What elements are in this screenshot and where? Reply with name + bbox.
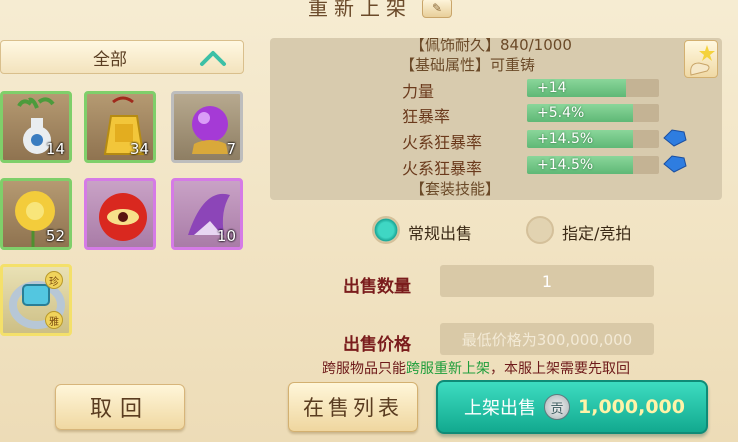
listing-price: 1,000,000 — [578, 396, 685, 418]
stat-value: +14.5% — [537, 131, 594, 147]
price-label: 出售价格 — [343, 335, 411, 355]
base-attributes-title: 【基础属性】可重铸 — [400, 56, 536, 74]
cross-server-notice: 跨服物品只能跨服重新上架，本服上架需要先取回 — [322, 358, 630, 378]
sale-type-selector: 常规出售 指定/竞拍 — [300, 212, 720, 250]
radio-normal-sale[interactable] — [372, 216, 400, 244]
slot-count: 14 — [45, 140, 65, 158]
category-label: 全部 — [93, 49, 127, 70]
chevron-up-icon — [200, 51, 226, 66]
inventory-slot-vase[interactable]: 14 — [0, 91, 72, 163]
help-icon[interactable]: ✎ — [422, 0, 452, 18]
set-skill-title: 【套装技能】 — [410, 180, 501, 198]
cancel-button[interactable]: 取回 — [55, 384, 185, 430]
slot-count: 34 — [129, 140, 149, 158]
red-eye-orb-icon — [99, 193, 147, 241]
rarity-badge-bottom: 雅 — [45, 311, 63, 329]
stat-label: 力量 — [402, 82, 435, 101]
slot-count: 7 — [226, 140, 236, 158]
designated-auction-label[interactable]: 指定/竞拍 — [562, 220, 631, 244]
stat-label: 火系狂暴率 — [402, 133, 483, 152]
slot-count: 52 — [45, 227, 65, 245]
list-for-sale-label: 上架出售 — [464, 398, 536, 419]
notice-text-before: 跨服物品只能 — [322, 361, 406, 377]
stat-label: 狂暴率 — [402, 107, 451, 126]
window-header: 重新上架 ✎ — [230, 0, 530, 22]
slot-count: 10 — [216, 227, 236, 245]
inventory-slot-purple-hat[interactable]: 10 — [171, 178, 243, 250]
category-dropdown[interactable]: 全部 — [0, 40, 244, 74]
item-detail-panel[interactable]: 【佩饰耐久】840/1000 【基础属性】可重铸 力量 +14 狂暴率 +5.4… — [270, 38, 722, 200]
inventory-slot-silver-ring[interactable]: 珍 雅 — [0, 264, 72, 336]
stat-bar: +5.4% — [527, 104, 659, 122]
on-sale-list-button[interactable]: 在售列表 — [288, 382, 418, 432]
durability-line: 【佩饰耐久】840/1000 — [410, 38, 572, 54]
stat-label: 火系狂暴率 — [402, 159, 483, 178]
quantity-field[interactable]: 1 — [440, 265, 654, 297]
stat-value: +14.5% — [537, 157, 594, 173]
notice-text-after: ，本服上架需要先取回 — [490, 361, 630, 377]
inventory-slot-golden-flower[interactable]: 52 — [0, 178, 72, 250]
stat-bar: +14.5% — [527, 130, 659, 148]
radio-designated-auction[interactable] — [526, 216, 554, 244]
stat-value: +14 — [537, 80, 567, 96]
stat-bar: +14 — [527, 79, 659, 97]
window-title: 重新上架 — [308, 0, 412, 20]
gem-icon — [663, 155, 687, 173]
hand-star-icon[interactable] — [684, 40, 718, 78]
inventory-slot-red-eye-orb[interactable] — [84, 178, 156, 250]
currency-coin-icon: 贡 — [544, 394, 570, 420]
inventory-slot-golden-bell[interactable]: 34 — [84, 91, 156, 163]
normal-sale-label[interactable]: 常规出售 — [408, 220, 472, 244]
stat-value: +5.4% — [537, 105, 585, 121]
list-for-sale-button[interactable]: 上架出售 贡 1,000,000 — [436, 380, 708, 434]
quantity-label: 出售数量 — [343, 277, 411, 297]
rarity-badge-top: 珍 — [45, 271, 63, 289]
price-field[interactable]: 最低价格为300,000,000 — [440, 323, 654, 355]
gem-icon — [663, 129, 687, 147]
inventory-slot-purple-orb[interactable]: 7 — [171, 91, 243, 163]
notice-highlight: 跨服重新上架 — [406, 361, 490, 377]
stat-bar: +14.5% — [527, 156, 659, 174]
